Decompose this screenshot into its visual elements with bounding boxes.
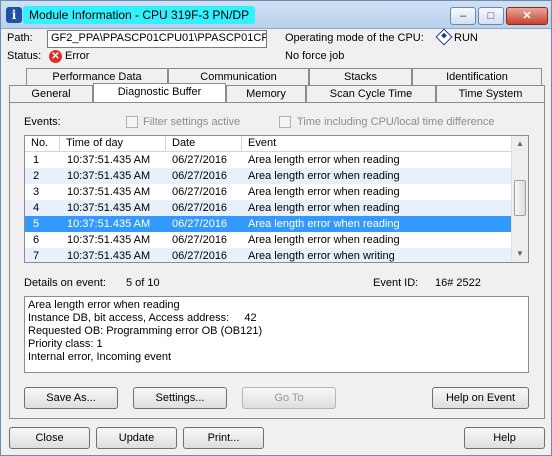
events-label: Events: (24, 116, 61, 128)
tab-diagnostic-buffer[interactable]: Diagnostic Buffer (93, 83, 226, 102)
row-no: 6 (33, 234, 40, 246)
table-scrollbar[interactable]: ▲ ▼ (511, 136, 528, 262)
table-row[interactable]: 3 10:37:51.435 AM 06/27/2016 Area length… (25, 184, 512, 200)
error-icon: ✕ (49, 50, 62, 63)
event-details-text[interactable]: Area length error when reading Instance … (24, 296, 529, 373)
cpu-time-checkbox[interactable] (279, 116, 291, 128)
filter-settings-checkbox[interactable] (126, 116, 138, 128)
tab-memory[interactable]: Memory (226, 85, 306, 102)
row-time: 10:37:51.435 AM (67, 186, 151, 198)
help-on-event-button[interactable]: Help on Event (432, 387, 529, 409)
window-title: Module Information - CPU 319F-3 PN/DP (23, 6, 256, 24)
column-header-time[interactable]: Time of day (60, 136, 166, 152)
row-no: 5 (33, 218, 40, 230)
tab-stacks[interactable]: Stacks (309, 68, 412, 85)
row-date: 06/27/2016 (172, 154, 228, 166)
maximize-button[interactable]: □ (478, 7, 504, 25)
module-info-icon: i (6, 7, 22, 23)
row-date: 06/27/2016 (172, 250, 228, 262)
row-no: 2 (33, 170, 40, 182)
operating-mode-label: Operating mode of the CPU: (285, 32, 424, 44)
row-time: 10:37:51.435 AM (67, 202, 151, 214)
table-row[interactable]: 6 10:37:51.435 AM 06/27/2016 Area length… (25, 232, 512, 248)
table-row[interactable]: 4 10:37:51.435 AM 06/27/2016 Area length… (25, 200, 512, 216)
cpu-time-label: Time including CPU/local time difference (297, 116, 495, 128)
details-line: Requested OB: Programming error OB (OB12… (28, 325, 263, 337)
row-event: Area length error when reading (248, 218, 400, 230)
go-to-button[interactable]: Go To (242, 387, 336, 409)
row-date: 06/27/2016 (172, 234, 228, 246)
row-time: 10:37:51.435 AM (67, 250, 151, 262)
table-row[interactable]: 2 10:37:51.435 AM 06/27/2016 Area length… (25, 168, 512, 184)
row-no: 1 (33, 154, 40, 166)
row-no: 4 (33, 202, 40, 214)
row-no: 7 (33, 250, 40, 262)
module-information-window: i Module Information - CPU 319F-3 PN/DP … (0, 0, 552, 456)
row-event: Area length error when reading (248, 202, 400, 214)
row-date: 06/27/2016 (172, 202, 228, 214)
details-line: Priority class: 1 (28, 338, 103, 350)
row-event: Area length error when writing (248, 250, 395, 262)
row-time: 10:37:51.435 AM (67, 218, 151, 230)
scroll-thumb[interactable] (514, 180, 526, 216)
scroll-down-icon[interactable]: ▼ (512, 246, 528, 262)
status-label: Status: (7, 50, 42, 62)
table-row[interactable]: 1 10:37:51.435 AM 06/27/2016 Area length… (25, 152, 512, 168)
table-row[interactable]: 7 10:37:51.435 AM 06/27/2016 Area length… (25, 248, 512, 262)
details-label: Details on event: (24, 277, 106, 289)
tab-time-system[interactable]: Time System (436, 85, 545, 102)
details-line: Internal error, Incoming event (28, 351, 172, 363)
table-row-selected[interactable]: 5 10:37:51.435 AM 06/27/2016 Area length… (25, 216, 512, 232)
row-event: Area length error when reading (248, 186, 400, 198)
row-date: 06/27/2016 (172, 186, 228, 198)
details-line: Area length error when reading (28, 299, 180, 311)
event-id-value: 16# 2522 (435, 277, 481, 289)
close-window-button[interactable]: ✕ (506, 7, 548, 25)
tab-general[interactable]: General (9, 85, 93, 102)
filter-settings-label: Filter settings active (143, 116, 241, 128)
row-time: 10:37:51.435 AM (67, 170, 151, 182)
tab-scan-cycle-time[interactable]: Scan Cycle Time (306, 85, 436, 102)
row-event: Area length error when reading (248, 234, 400, 246)
status-value: Error (65, 50, 90, 62)
force-job-status: No force job (285, 50, 345, 62)
column-header-date[interactable]: Date (166, 136, 242, 152)
save-as-button[interactable]: Save As... (24, 387, 118, 409)
title-bar[interactable]: i Module Information - CPU 319F-3 PN/DP … (1, 1, 551, 29)
column-header-no[interactable]: No. (25, 136, 60, 152)
table-header: No. Time of day Date Event (25, 136, 512, 152)
print-button[interactable]: Print... (183, 427, 264, 449)
operating-mode-value: RUN (454, 32, 478, 44)
scroll-up-icon[interactable]: ▲ (512, 136, 528, 152)
settings-button[interactable]: Settings... (133, 387, 227, 409)
help-button[interactable]: Help (464, 427, 545, 449)
update-button[interactable]: Update (96, 427, 177, 449)
row-event: Area length error when reading (248, 170, 400, 182)
path-field[interactable]: GF2_PPA\PPASCP01CPU01\PPASCP01CF (47, 30, 267, 48)
column-header-event[interactable]: Event (242, 136, 512, 152)
events-table[interactable]: No. Time of day Date Event 1 10:37:51.43… (24, 135, 529, 263)
row-no: 3 (33, 186, 40, 198)
event-position: 5 of 10 (126, 277, 160, 289)
tab-identification[interactable]: Identification (412, 68, 542, 85)
row-date: 06/27/2016 (172, 170, 228, 182)
path-label: Path: (7, 32, 33, 44)
row-event: Area length error when reading (248, 154, 400, 166)
event-id-label: Event ID: (373, 277, 419, 289)
row-date: 06/27/2016 (172, 218, 228, 230)
run-mode-icon (435, 28, 453, 46)
minimize-button[interactable]: – (450, 7, 476, 25)
row-time: 10:37:51.435 AM (67, 154, 151, 166)
close-button[interactable]: Close (9, 427, 90, 449)
details-line: Instance DB, bit access, Access address:… (28, 312, 257, 324)
row-time: 10:37:51.435 AM (67, 234, 151, 246)
